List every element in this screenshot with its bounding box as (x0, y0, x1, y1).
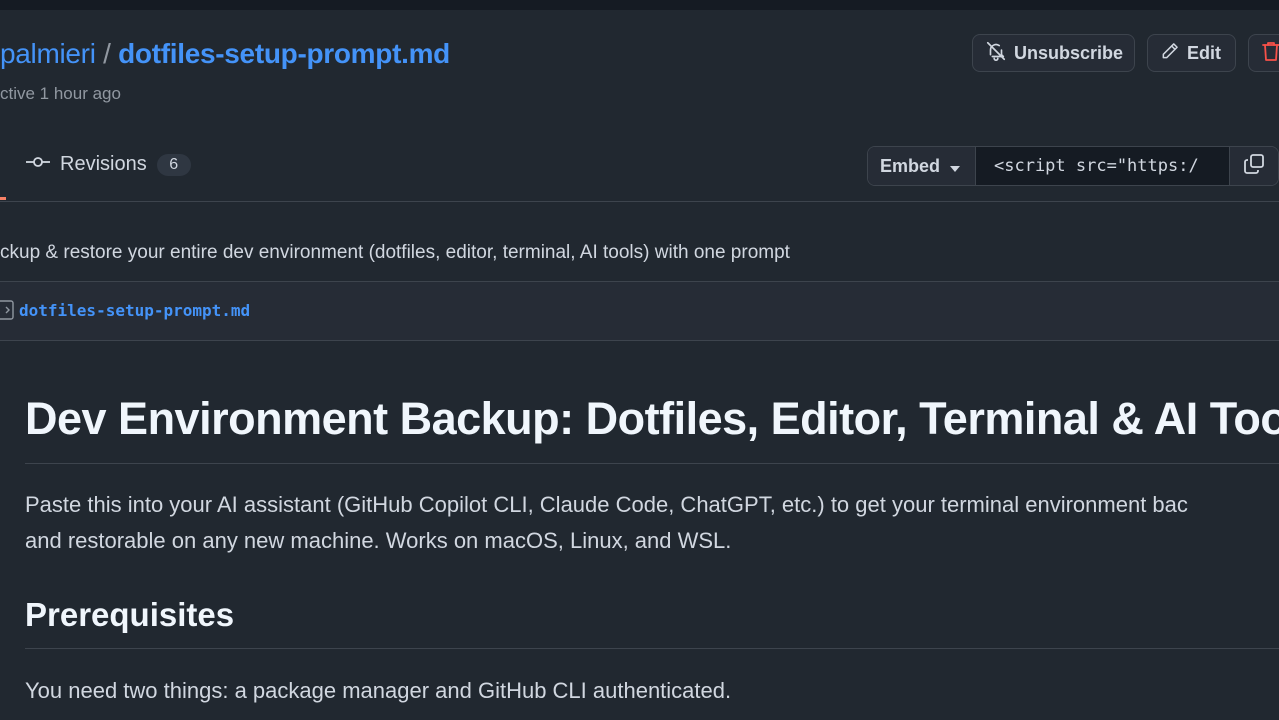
tab-revisions[interactable]: Revisions 6 (26, 153, 191, 176)
activity-timestamp: ctive 1 hour ago (0, 84, 121, 103)
gist-description: ckup & restore your entire dev environme… (0, 242, 790, 263)
heading-2-rule (25, 648, 1279, 649)
gist-title: palmieri / dotfiles-setup-prompt.md (0, 38, 450, 70)
revisions-count-badge: 6 (156, 153, 191, 176)
edit-button[interactable]: Edit (1147, 34, 1236, 72)
unsubscribe-button[interactable]: Unsubscribe (972, 34, 1135, 72)
tab-divider (0, 201, 1279, 202)
active-tab-underline (0, 197, 6, 200)
file-code-icon (0, 300, 14, 325)
markdown-heading-1: Dev Environment Backup: Dotfiles, Editor… (25, 393, 1279, 444)
file-name-link[interactable]: dotfiles-setup-prompt.md (19, 301, 250, 320)
gist-name-link[interactable]: dotfiles-setup-prompt.md (118, 38, 450, 69)
embed-dropdown[interactable]: Embed (868, 147, 976, 185)
commit-icon (26, 153, 50, 176)
embed-clone-group: Embed <script src="https:/ (867, 146, 1279, 186)
unsubscribe-label: Unsubscribe (1014, 42, 1124, 63)
title-separator: / (103, 38, 111, 69)
intro-paragraph-line-1: Paste this into your AI assistant (GitHu… (25, 492, 1188, 517)
copy-button[interactable] (1229, 147, 1278, 185)
top-strip (0, 0, 1279, 10)
revisions-label: Revisions (60, 153, 147, 175)
embed-code-input[interactable]: <script src="https:/ (976, 147, 1229, 185)
heading-1-rule (25, 463, 1279, 464)
pencil-icon (1160, 41, 1180, 66)
delete-button[interactable] (1248, 34, 1279, 72)
edit-label: Edit (1187, 42, 1221, 63)
copy-icon (1243, 153, 1265, 180)
prerequisites-paragraph: You need two things: a package manager a… (25, 678, 732, 703)
owner-link[interactable]: palmieri (0, 38, 96, 69)
embed-label: Embed (880, 155, 941, 176)
trash-icon (1261, 40, 1279, 67)
triangle-down-icon (950, 156, 961, 177)
bell-slash-icon (985, 40, 1007, 67)
intro-paragraph-line-2: and restorable on any new machine. Works… (25, 528, 732, 553)
markdown-heading-prerequisites: Prerequisites (25, 596, 235, 633)
